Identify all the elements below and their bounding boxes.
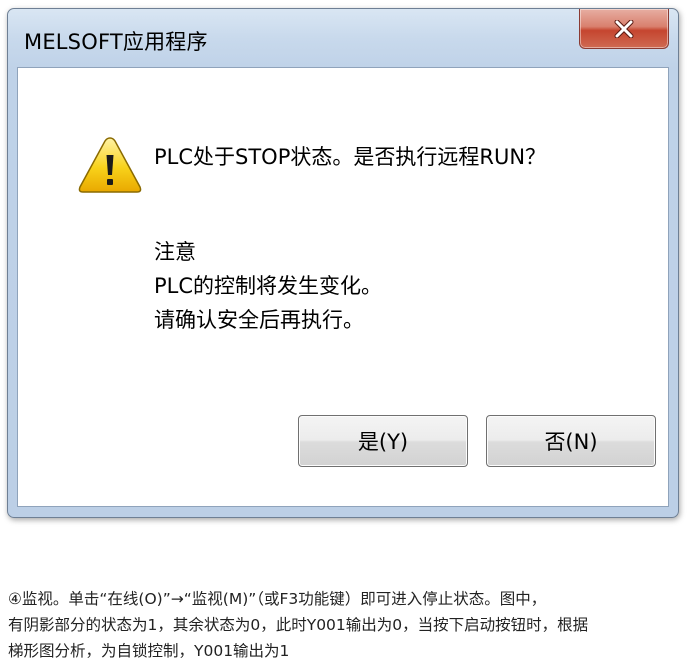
dialog-message: PLC处于STOP状态。是否执行远程RUN？ bbox=[154, 145, 547, 169]
title-bar[interactable]: MELSOFT应用程序 bbox=[8, 9, 678, 67]
note-line-2: 请确认安全后再执行。 bbox=[154, 308, 364, 332]
close-icon bbox=[614, 19, 634, 38]
yes-button[interactable]: 是(Y) bbox=[298, 415, 468, 467]
warning-icon bbox=[78, 137, 142, 193]
note-block: 注意 PLC的控制将发生变化。 请确认安全后再执行。 bbox=[154, 235, 382, 337]
window-title: MELSOFT应用程序 bbox=[24, 30, 208, 54]
caption-line-3: 梯形图分析，为自锁控制，Y001输出为1 bbox=[8, 642, 290, 660]
note-title: 注意 bbox=[154, 240, 196, 264]
caption-line-2: 有阴影部分的状态为1，其余状态为0，此时Y001输出为0，当按下启动按钮时，根据 bbox=[8, 616, 589, 634]
caption-line-1: ④监视。单击“在线(O)”→“监视(M)”（或F3功能键）即可进入停止状态。图中… bbox=[8, 590, 547, 608]
dialog-content: PLC处于STOP状态。是否执行远程RUN？ 注意 PLC的控制将发生变化。 请… bbox=[17, 67, 669, 507]
dialog-window: MELSOFT应用程序 PLC处于STOP状态。是否执行远程RUN？ 注意 PL… bbox=[7, 8, 679, 518]
no-button[interactable]: 否(N) bbox=[486, 415, 656, 467]
note-line-1: PLC的控制将发生变化。 bbox=[154, 274, 383, 298]
close-button[interactable] bbox=[579, 9, 669, 49]
caption-text: ④监视。单击“在线(O)”→“监视(M)”（或F3功能键）即可进入停止状态。图中… bbox=[8, 586, 693, 664]
